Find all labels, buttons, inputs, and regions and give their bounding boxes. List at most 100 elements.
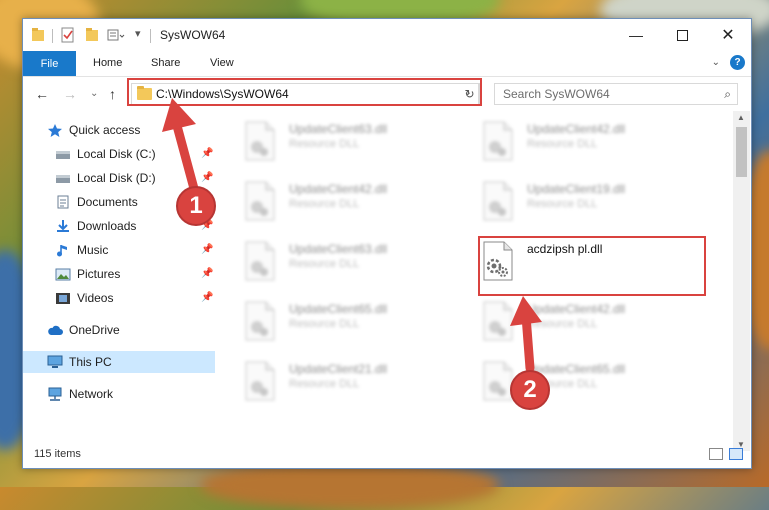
recent-locations-icon[interactable]: ⌄ xyxy=(90,88,98,99)
scroll-up-icon[interactable]: ▲ xyxy=(737,113,745,122)
videos-icon xyxy=(56,293,70,304)
sidebar-item-videos[interactable]: Videos xyxy=(55,287,113,309)
scroll-thumb[interactable] xyxy=(736,127,747,177)
file-item[interactable]: UpdateClient65.dll Resource DLL xyxy=(243,299,463,349)
dll-file-icon xyxy=(245,301,275,341)
sidebar-item-this-pc[interactable]: This PC xyxy=(23,351,215,373)
star-icon xyxy=(48,124,62,137)
sidebar-item-pictures[interactable]: Pictures xyxy=(55,263,120,285)
dll-file-icon xyxy=(245,121,275,161)
documents-icon xyxy=(57,195,69,209)
file-type: Resource DLL xyxy=(527,198,598,210)
network-icon xyxy=(48,387,62,401)
file-name: UpdateClient42.dll xyxy=(527,122,626,136)
pin-icon: 📌 xyxy=(201,268,214,279)
tiles-view-icon[interactable] xyxy=(729,448,743,460)
qa-separator xyxy=(52,29,53,43)
sidebar-item-music[interactable]: Music xyxy=(55,239,108,261)
pictures-icon xyxy=(55,268,71,281)
help-icon[interactable]: ? xyxy=(730,55,745,70)
file-type: Resource DLL xyxy=(289,258,360,270)
sidebar-item-downloads[interactable]: Downloads xyxy=(55,215,136,237)
maximize-icon xyxy=(676,29,688,41)
sidebar-item-label: Pictures xyxy=(77,267,121,281)
vertical-scrollbar[interactable]: ▲ ▼ xyxy=(733,111,750,451)
dll-file-icon xyxy=(483,181,513,221)
sidebar-item-documents[interactable]: Documents xyxy=(55,191,138,213)
step-2-badge: 2 xyxy=(510,370,550,410)
back-icon[interactable]: ← xyxy=(35,86,49,102)
file-name: UpdateClient21.dll xyxy=(289,362,388,376)
file-item[interactable]: UpdateClient42.dll Resource DLL xyxy=(243,179,463,229)
tab-file[interactable]: File xyxy=(23,51,76,76)
sidebar-item-label: This PC xyxy=(69,355,112,369)
search-icon: ⌕ xyxy=(724,87,731,101)
sidebar-item-local-disk-d[interactable]: Local Disk (D:) xyxy=(55,167,156,189)
sidebar-item-label: Local Disk (D:) xyxy=(77,171,156,185)
new-folder-icon[interactable] xyxy=(85,27,99,43)
file-item[interactable]: UpdateClient21.dll Resource DLL xyxy=(243,359,463,409)
sidebar-item-label: Network xyxy=(69,387,114,401)
file-item[interactable]: UpdateClient42.dll Resource DLL xyxy=(481,119,701,169)
sidebar-item-label: Documents xyxy=(77,195,138,209)
properties-icon[interactable] xyxy=(61,27,75,43)
expand-ribbon-icon[interactable]: ⌄ xyxy=(712,57,720,68)
sidebar-item-network[interactable]: Network xyxy=(47,383,113,405)
file-item[interactable]: UpdateClient63.dll Resource DLL xyxy=(243,119,463,169)
address-bar-highlight xyxy=(127,78,482,106)
file-item[interactable]: UpdateClient42.dll Resource DLL xyxy=(481,299,701,349)
up-icon[interactable]: ↑ xyxy=(109,86,116,102)
folder-icon xyxy=(32,28,44,41)
title-bar: ▾ SysWOW64 — ✕ xyxy=(23,19,751,51)
status-bar: 115 items xyxy=(23,443,751,467)
file-highlight xyxy=(478,236,706,296)
file-name: UpdateClient65.dll xyxy=(289,302,388,316)
search-input[interactable]: Search SysWOW64 ⌕ xyxy=(494,83,738,105)
file-item[interactable]: UpdateClient19.dll Resource DLL xyxy=(481,179,701,229)
minimize-icon: — xyxy=(629,27,643,43)
sidebar-item-onedrive[interactable]: OneDrive xyxy=(47,319,120,341)
customize-toolbar-icon[interactable] xyxy=(107,27,125,43)
window-title: SysWOW64 xyxy=(160,28,226,42)
dll-file-icon xyxy=(483,121,513,161)
forward-icon[interactable]: → xyxy=(63,86,77,102)
file-item[interactable]: UpdateClient63.dll Resource DLL xyxy=(243,239,463,289)
drive-icon xyxy=(56,151,70,159)
pin-icon: 📌 xyxy=(201,244,214,255)
ribbon: File Home Share View ⌄ ? xyxy=(23,51,751,77)
computer-icon xyxy=(47,355,63,368)
file-type: Resource DLL xyxy=(289,378,360,390)
tab-share[interactable]: Share xyxy=(151,57,180,69)
step-1-badge: 1 xyxy=(176,186,216,226)
qa-dropdown-icon[interactable]: ▾ xyxy=(135,27,141,40)
sidebar-item-label: Videos xyxy=(77,291,114,305)
search-placeholder: Search SysWOW64 xyxy=(503,87,610,101)
maximize-button[interactable] xyxy=(659,19,705,51)
navigation-pane: Quick access Local Disk (C:) 📌 Local Dis… xyxy=(23,111,219,451)
title-separator xyxy=(150,29,151,43)
file-type: Resource DLL xyxy=(527,318,598,330)
dll-file-icon xyxy=(245,241,275,281)
sidebar-item-label: Local Disk (C:) xyxy=(77,147,156,161)
close-button[interactable]: ✕ xyxy=(705,19,751,51)
pin-icon: 📌 xyxy=(201,148,214,159)
details-view-icon[interactable] xyxy=(709,448,723,460)
file-type: Resource DLL xyxy=(527,138,598,150)
minimize-button[interactable]: — xyxy=(613,19,659,51)
sidebar-item-label: OneDrive xyxy=(69,323,120,337)
sidebar-item-quick-access[interactable]: Quick access xyxy=(47,119,140,141)
file-type: Resource DLL xyxy=(289,198,360,210)
sidebar-item-label: Quick access xyxy=(69,123,141,137)
tab-home[interactable]: Home xyxy=(93,57,122,69)
file-name: UpdateClient42.dll xyxy=(527,302,626,316)
file-type: Resource DLL xyxy=(289,318,360,330)
pin-icon: 📌 xyxy=(201,292,214,303)
sidebar-item-label: Music xyxy=(77,243,109,257)
tab-view[interactable]: View xyxy=(210,57,234,69)
cloud-icon xyxy=(48,325,63,335)
file-type: Resource DLL xyxy=(289,138,360,150)
sidebar-item-local-disk-c[interactable]: Local Disk (C:) xyxy=(55,143,156,165)
sidebar-item-label: Downloads xyxy=(77,219,137,233)
drive-icon xyxy=(56,175,70,183)
item-count: 115 items xyxy=(34,448,81,460)
